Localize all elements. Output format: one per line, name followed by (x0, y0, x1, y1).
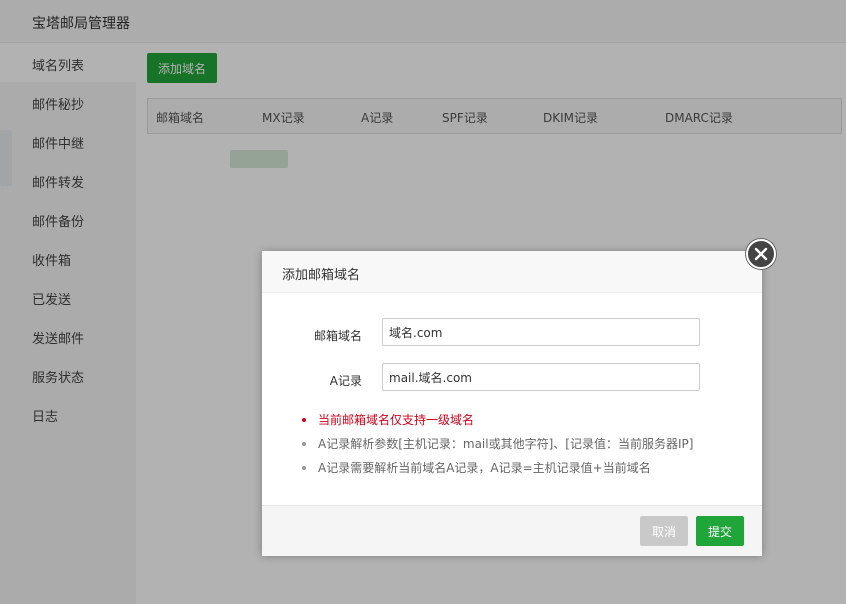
a-record-input[interactable] (382, 363, 700, 391)
bullet-icon (302, 466, 306, 470)
a-record-field-label: A记录 (329, 374, 362, 388)
tip-text: A记录需要解析当前域名A记录，A记录=主机记录值+当前域名 (318, 461, 651, 475)
tip-item: 当前邮箱域名仅支持一级域名 (302, 411, 742, 435)
bullet-icon (302, 442, 306, 446)
tip-text: A记录解析参数[主机记录：mail或其他字符]、[记录值：当前服务器IP] (318, 437, 694, 451)
bullet-icon (302, 418, 306, 422)
cancel-button[interactable]: 取消 (640, 516, 688, 546)
domain-field-label: 邮箱域名 (313, 329, 362, 343)
add-mail-domain-dialog: 添加邮箱域名 邮箱域名 A记录 当前邮箱域名仅支持一级域名 A记录解析参数[主机… (262, 239, 776, 556)
submit-button[interactable]: 提交 (696, 516, 744, 546)
dialog-title: 添加邮箱域名 (282, 268, 361, 283)
tip-item: A记录解析参数[主机记录：mail或其他字符]、[记录值：当前服务器IP] (302, 435, 742, 459)
dialog-footer: 取消 提交 (262, 505, 762, 556)
tip-text: 当前邮箱域名仅支持一级域名 (318, 413, 475, 427)
close-button[interactable] (746, 239, 776, 269)
help-tips: 当前邮箱域名仅支持一级域名 A记录解析参数[主机记录：mail或其他字符]、[记… (302, 411, 742, 483)
close-icon (754, 247, 768, 261)
mail-domain-input[interactable] (382, 318, 700, 346)
dialog-header: 添加邮箱域名 (262, 251, 762, 293)
tip-item: A记录需要解析当前域名A记录，A记录=主机记录值+当前域名 (302, 459, 742, 483)
